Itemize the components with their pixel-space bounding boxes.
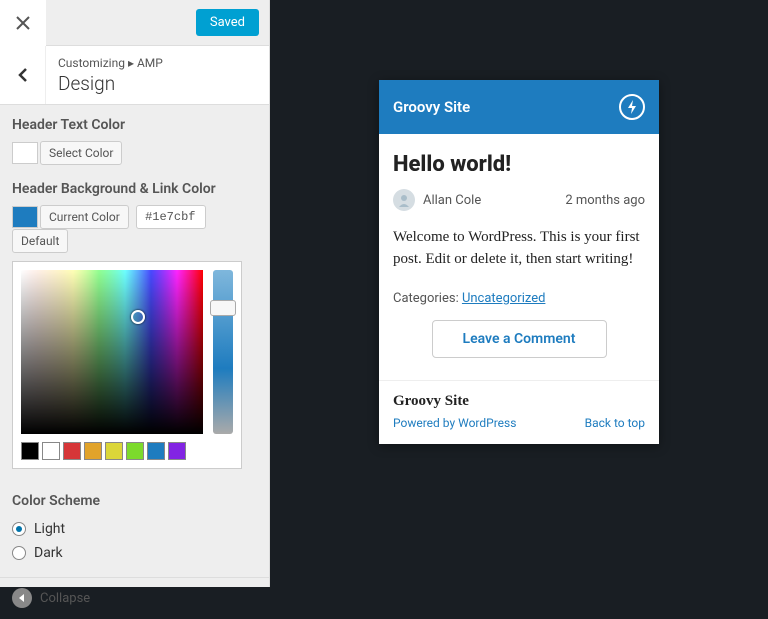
header-bg-label: Header Background & Link Color (12, 181, 257, 197)
palette-cell[interactable] (126, 442, 144, 460)
amp-preview: Groovy Site Hello world! Allan Cole 2 mo… (379, 80, 659, 444)
post-author[interactable]: Allan Cole (423, 193, 481, 208)
preview-footer: Groovy Site Powered by WordPress Back to… (379, 380, 659, 444)
default-color-button[interactable]: Default (12, 229, 68, 253)
header-bg-swatch[interactable] (12, 206, 38, 228)
saved-button[interactable]: Saved (196, 9, 259, 36)
color-scheme-label: Color Scheme (12, 493, 257, 509)
select-color-button[interactable]: Select Color (40, 141, 122, 165)
sv-cursor[interactable] (131, 310, 145, 324)
palette-cell[interactable] (63, 442, 81, 460)
customizer-sidebar: Saved Customizing ▸ AMP Design Header Te… (0, 0, 270, 587)
page-title: Design (58, 72, 257, 95)
current-color-button[interactable]: Current Color (40, 205, 129, 229)
hex-input[interactable] (136, 205, 206, 229)
avatar-icon (393, 189, 415, 211)
collapse-button[interactable]: Collapse (0, 577, 269, 618)
header-text-color-section: Header Text Color Select Color (0, 105, 269, 169)
post-byline: Allan Cole 2 months ago (393, 189, 645, 211)
leave-comment-button[interactable]: Leave a Comment (432, 320, 607, 358)
categories-row: Categories: Uncategorized (393, 291, 645, 306)
color-scheme-section: Color Scheme Light Dark (0, 481, 269, 577)
preview-body: Hello world! Allan Cole 2 months ago Wel… (379, 134, 659, 380)
palette-cell[interactable] (21, 442, 39, 460)
palette-cell[interactable] (147, 442, 165, 460)
breadcrumb-parent: AMP (137, 56, 163, 70)
hue-handle[interactable] (210, 300, 236, 316)
collapse-label: Collapse (40, 591, 90, 606)
preview-area: Groovy Site Hello world! Allan Cole 2 mo… (270, 0, 768, 587)
header-text-swatch[interactable] (12, 142, 38, 164)
customizer-topbar: Saved (0, 0, 269, 46)
radio-icon (12, 522, 26, 536)
collapse-icon (12, 588, 32, 608)
post-time: 2 months ago (565, 193, 645, 208)
scheme-option-label: Dark (34, 545, 63, 561)
back-button[interactable] (0, 46, 46, 104)
header-bg-section: Header Background & Link Color Current C… (0, 169, 269, 481)
palette-cell[interactable] (42, 442, 60, 460)
palette-cell[interactable] (105, 442, 123, 460)
breadcrumb-root: Customizing (58, 56, 125, 70)
back-to-top-link[interactable]: Back to top (585, 416, 645, 430)
preview-header: Groovy Site (379, 80, 659, 134)
categories-label: Categories: (393, 291, 462, 306)
hue-slider[interactable] (213, 270, 233, 434)
close-button[interactable] (0, 0, 46, 46)
post-title: Hello world! (393, 152, 645, 177)
breadcrumb: Customizing ▸ AMP Design (0, 46, 269, 105)
amp-bolt-icon (619, 94, 645, 120)
radio-icon (12, 546, 26, 560)
site-title[interactable]: Groovy Site (393, 98, 470, 116)
palette-cell[interactable] (168, 442, 186, 460)
breadcrumb-sep: ▸ (128, 56, 134, 70)
palette-cell[interactable] (84, 442, 102, 460)
palette-row (21, 442, 203, 460)
category-link[interactable]: Uncategorized (462, 291, 545, 306)
post-content: Welcome to WordPress. This is your first… (393, 227, 645, 271)
footer-site-title: Groovy Site (393, 393, 645, 410)
scheme-option-light[interactable]: Light (12, 517, 257, 541)
scheme-option-dark[interactable]: Dark (12, 541, 257, 565)
scheme-option-label: Light (34, 521, 65, 537)
powered-by-link[interactable]: Powered by WordPress (393, 416, 516, 430)
sv-panel[interactable] (21, 270, 203, 434)
color-picker (12, 261, 242, 469)
header-text-color-label: Header Text Color (12, 117, 257, 133)
